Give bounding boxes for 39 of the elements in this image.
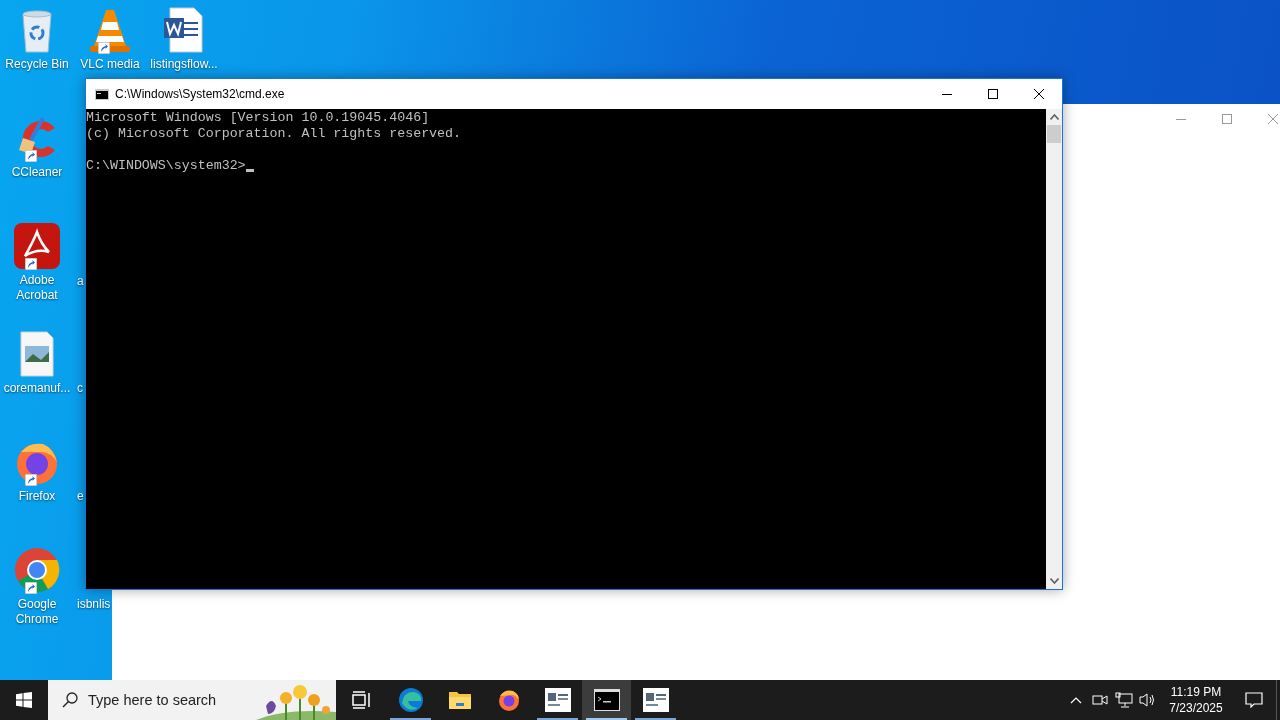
chevron-up-icon [1070,696,1082,704]
folder-icon [447,690,472,710]
close-icon [1034,89,1044,99]
console-prompt: C:\WINDOWS\system32> [86,158,246,174]
icon-label: a [77,274,84,289]
terminal-icon [593,689,620,711]
document-icon [544,688,571,712]
task-view-icon [351,691,372,709]
clock[interactable]: 11:19 PM 7/23/2025 [1160,680,1232,720]
maximize-icon [988,89,998,99]
window-title: C:\Windows\System32\cmd.exe [115,86,286,103]
scroll-down-icon [1049,578,1059,584]
minimize-icon [1176,118,1186,120]
firefox-icon [496,688,521,712]
icon-label: c [77,381,83,396]
acrobat-icon [13,222,61,270]
chrome-icon [13,546,61,594]
minimize-icon [942,93,952,95]
document-icon [642,688,669,712]
scrollbar-thumb[interactable] [1047,125,1061,143]
notification-icon [1245,692,1263,708]
console-line: (c) Microsoft Corporation. All rights reserved. [86,126,462,142]
speaker-icon [1139,692,1157,708]
console-line: Microsoft Windows [Version 10.0.19045.4046] [86,110,430,126]
icon-label: isbnlis [77,597,111,612]
terminal-icon [95,88,109,100]
windows-logo-icon [16,692,32,708]
text-cursor [245,169,254,172]
scrollbar[interactable] [1046,109,1062,589]
network-icon [1115,692,1133,708]
edge-icon [397,687,424,713]
icon-label: e [77,489,84,504]
close-icon [1268,114,1278,124]
camera-icon [1092,693,1108,707]
search-field[interactable]: Type here to search [48,680,336,720]
maximize-icon [1222,114,1232,124]
taskbar-button[interactable] [582,680,631,720]
scroll-up-icon [1049,114,1059,120]
search-icon [62,692,78,708]
